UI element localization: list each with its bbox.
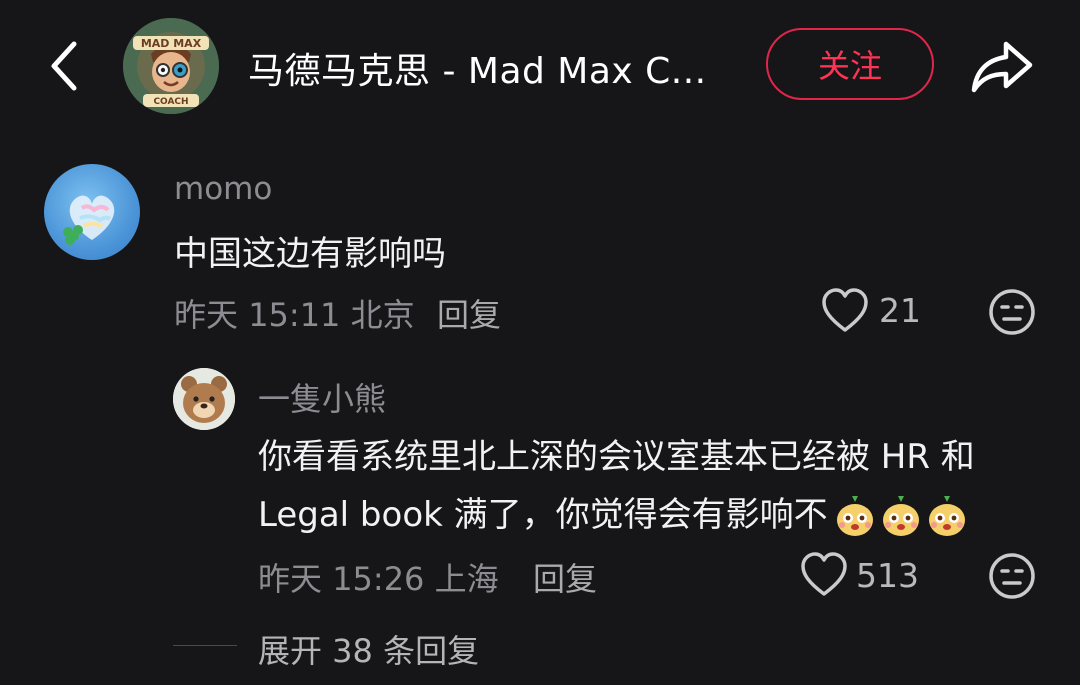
heart-avatar-icon — [63, 195, 115, 245]
share-icon[interactable] — [970, 38, 1034, 94]
expand-replies-button[interactable]: 展开 38 条回复 — [258, 626, 479, 672]
reply-button[interactable]: 回复 — [533, 554, 597, 600]
channel-avatar[interactable]: MAD MAX COACH — [123, 18, 219, 114]
heart-icon[interactable] — [800, 552, 848, 598]
comment-text: 中国这边有影响吗 — [174, 234, 446, 274]
comment-location: 北京 — [350, 296, 415, 334]
comment-username[interactable]: momo — [174, 171, 272, 207]
bear-emoji-icon — [928, 495, 965, 536]
bear-avatar-icon — [173, 368, 235, 430]
avatar[interactable] — [44, 164, 140, 260]
like-count: 21 — [879, 291, 921, 330]
comment-time: 15:11 — [248, 296, 341, 334]
like-count: 513 — [856, 556, 919, 595]
emoji-group — [834, 495, 968, 538]
reply-button[interactable]: 回复 — [437, 290, 501, 336]
comment-meta: 昨天 15:26 上海 — [258, 554, 499, 600]
comment-date: 昨天 — [258, 560, 323, 598]
follow-button[interactable]: 关注 — [766, 28, 934, 100]
comment-time: 15:26 — [332, 560, 425, 598]
comment-text-block: 你看看系统里北上深的会议室基本已经被 HR 和 Legal book 满了，你觉… — [258, 428, 1048, 544]
comment-location: 上海 — [434, 560, 499, 598]
avatar-badge-bottom: COACH — [153, 97, 188, 107]
comment-username[interactable]: 一隻小熊 — [258, 374, 386, 420]
coach-logo-icon: MAD MAX COACH — [123, 18, 219, 114]
bear-emoji-icon — [836, 495, 873, 536]
comment-date: 昨天 — [174, 296, 239, 334]
bear-emoji-icon — [882, 495, 919, 536]
channel-title: 马德马克思 - Mad Max C... — [248, 51, 707, 92]
avatar[interactable] — [173, 368, 235, 430]
divider — [173, 645, 237, 646]
heart-icon[interactable] — [821, 288, 869, 334]
avatar-badge-top: MAD MAX — [141, 37, 202, 50]
neutral-face-icon[interactable] — [988, 288, 1036, 336]
neutral-face-icon[interactable] — [988, 552, 1036, 600]
back-chevron-icon[interactable] — [44, 36, 88, 96]
comment-meta: 昨天 15:11 北京 — [174, 290, 415, 336]
